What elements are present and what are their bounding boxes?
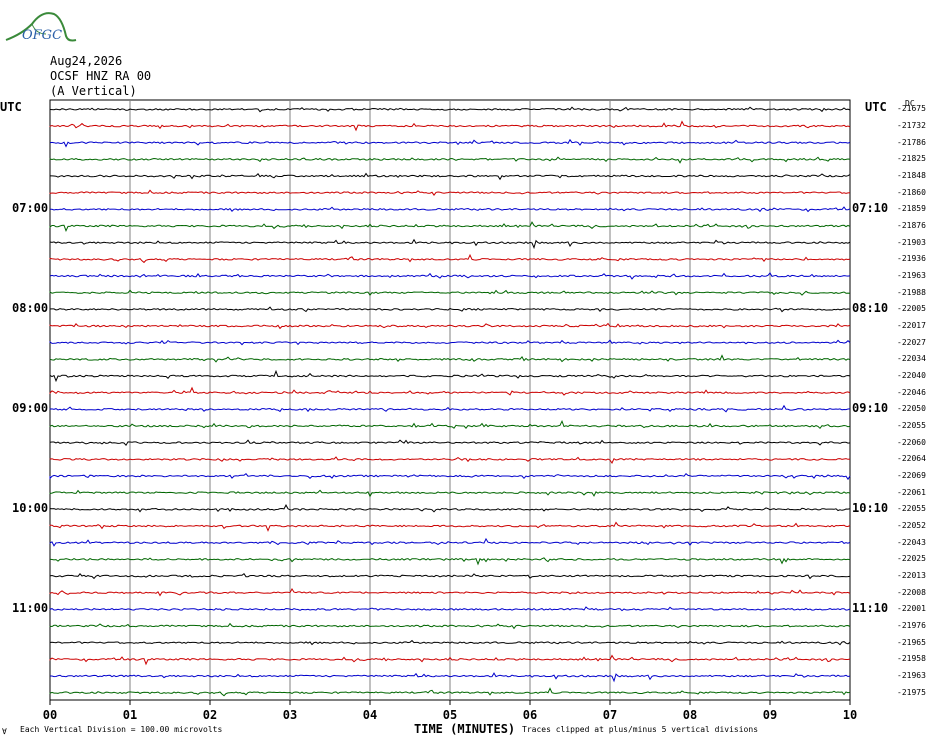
trace-value-2: -21786: [897, 137, 926, 147]
time-label-right-1010: 10:10: [852, 501, 889, 516]
time-label-right-0710: 07:10: [852, 201, 889, 216]
x-tick-label-01: 01: [122, 708, 138, 722]
trace-value-24: -22055: [897, 504, 926, 514]
trace-value-11: -21988: [897, 287, 926, 297]
scale-note: Each Vertical Division = 100.00 microvol…: [20, 725, 223, 734]
trace-value-1: -21732: [897, 121, 926, 130]
seismogram-chart: [49, 99, 851, 705]
clip-note: Traces clipped at plus/minus 5 vertical …: [522, 725, 759, 734]
trace-value-23: -22061: [897, 487, 926, 497]
trace-value-16: -22040: [897, 371, 926, 380]
trace-value-26: -22043: [897, 537, 926, 547]
x-tick-label-10: 10: [842, 708, 858, 722]
x-tick-label-06: 06: [522, 708, 538, 722]
trace-value-25: -22052: [897, 521, 926, 530]
trace-value-35: -21975: [897, 687, 926, 697]
trace-value-7: -21876: [897, 221, 926, 230]
time-label-left-1000: 10:00: [12, 501, 49, 516]
dc-label: DC: [905, 99, 915, 108]
time-label-right-0910: 09:10: [852, 401, 889, 416]
trace-value-10: -21963: [897, 271, 926, 280]
trace-value-22: -22069: [897, 471, 926, 480]
time-label-left-1100: 11:00: [12, 601, 49, 616]
trace-value-32: -21965: [897, 637, 926, 647]
trace-value-19: -22055: [897, 421, 926, 430]
time-label-right-0810: 08:10: [852, 301, 889, 316]
x-tick-label-05: 05: [442, 708, 458, 722]
time-label-left-0800: 08:00: [12, 301, 49, 316]
trace-value-30: -22001: [897, 604, 926, 614]
trace-value-12: -22005: [897, 304, 926, 314]
trace-value-29: -22008: [897, 587, 926, 597]
trace-value-5: -21860: [897, 187, 926, 197]
trace-value-28: -22013: [897, 571, 926, 580]
x-tick-label-04: 04: [362, 708, 378, 722]
trace-value-18: -22050: [897, 404, 926, 414]
trace-value-20: -22060: [897, 437, 926, 447]
trace-value-13: -22017: [897, 321, 926, 330]
corner-mark: ∀: [2, 727, 7, 736]
time-label-right-1110: 11:10: [852, 601, 889, 616]
trace-value-27: -22025: [897, 554, 926, 564]
trace-value-8: -21903: [897, 237, 926, 247]
trace-value-21: -22064: [897, 454, 926, 464]
x-tick-label-03: 03: [282, 708, 298, 722]
x-tick-label-09: 09: [762, 708, 778, 722]
trace-value-33: -21958: [897, 654, 926, 664]
x-tick-label-08: 08: [682, 708, 698, 722]
x-tick-label-07: 07: [602, 708, 618, 722]
time-label-left-0700: 07:00: [12, 201, 49, 216]
x-tick-label-00: 00: [42, 708, 58, 722]
trace-value-3: -21825: [897, 154, 926, 164]
trace-value-4: -21848: [897, 171, 926, 180]
time-label-left-0900: 09:00: [12, 401, 49, 416]
trace-value-34: -21963: [897, 671, 926, 680]
x-tick-label-02: 02: [202, 708, 218, 722]
trace-value-15: -22034: [897, 354, 926, 364]
trace-value-17: -22046: [897, 387, 926, 397]
trace-value-9: -21936: [897, 254, 926, 264]
trace-value-6: -21859: [897, 204, 926, 214]
x-axis-label: TIME (MINUTES): [414, 722, 516, 736]
trace-value-14: -22027: [897, 337, 926, 347]
trace-value-31: -21976: [897, 621, 926, 630]
